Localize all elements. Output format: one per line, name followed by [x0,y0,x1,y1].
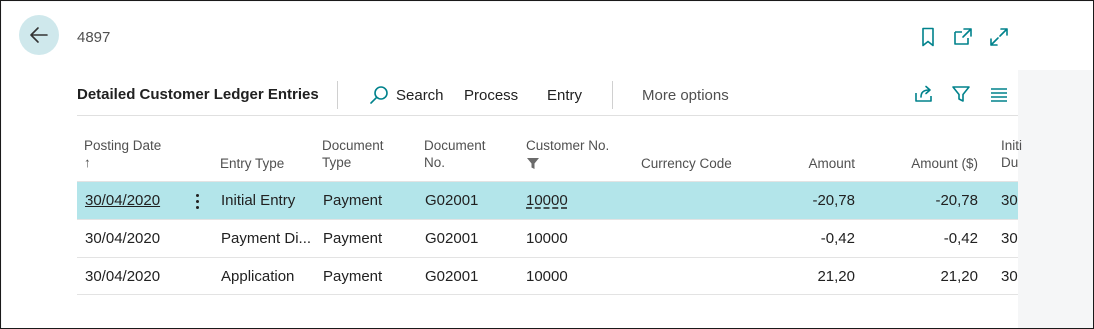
page-frame: 4897 Detailed Customer Ledger Entries Se… [0,0,1094,329]
customer-no-cell: 10000 [526,230,568,247]
customer-no-cell: 10000 [526,268,568,285]
divider [337,81,338,109]
search-icon[interactable] [369,85,389,105]
row-actions-button[interactable] [189,190,205,212]
amount-cell: -20,78 [812,192,855,209]
divider [612,81,613,109]
document-no-cell: G02001 [425,268,479,285]
bookmark-button[interactable] [917,26,939,48]
filter-icon [952,86,970,102]
sort-ascending-icon: ↑ [84,155,91,170]
action-bar-divider [77,115,1018,116]
document-no-cell: G02001 [425,192,479,209]
expand-button[interactable] [988,26,1010,48]
column-currency-code[interactable]: Currency Code [641,155,732,172]
open-new-window-icon [954,28,972,45]
column-amount[interactable]: Amount [795,155,855,172]
posting-date-cell: 30/04/2020 [85,268,161,285]
expand-icon [990,28,1008,46]
bookmark-icon [922,27,934,47]
entry-action[interactable]: Entry [547,87,582,104]
initial-due-cell: 30 [1001,268,1018,285]
posting-date-cell: 30/04/2020 [85,230,161,247]
back-button[interactable] [19,15,59,55]
document-type-cell: Payment [323,230,383,247]
document-type-cell: Payment [323,192,383,209]
amount-cell: -0,42 [820,230,855,247]
table-row[interactable]: 30/04/2020 Application Payment G02001 10… [77,257,1018,295]
customer-no-cell[interactable]: 10000 [526,192,568,209]
filter-button[interactable] [950,83,972,105]
column-posting-date[interactable]: Posting Date ↑ [84,137,161,171]
share-icon [915,85,932,102]
open-new-window-button[interactable] [952,26,974,48]
column-amount-lcy[interactable]: Amount ($) [888,155,978,172]
amount-lcy-cell: -0,42 [943,230,978,247]
document-no-cell: G02001 [425,230,479,247]
entry-type-cell: Application [221,268,295,285]
arrow-left-icon [30,27,48,43]
posting-date-cell[interactable]: 30/04/2020 [85,192,160,209]
list-part: Detailed Customer Ledger Entries Search … [2,70,1022,328]
amount-lcy-cell: 21,20 [940,268,978,285]
record-title: 4897 [77,29,111,46]
list-view-icon [991,88,1007,102]
record-header: 4897 [2,2,1093,70]
column-entry-type[interactable]: Entry Type [220,155,284,172]
more-options-action[interactable]: More options [642,87,729,104]
process-action[interactable]: Process [464,87,518,104]
section-title: Detailed Customer Ledger Entries [77,86,319,103]
table-header: Posting Date ↑ Entry Type Document Type … [77,126,1022,181]
column-document-no[interactable]: Document No. [424,137,486,171]
filter-icon [527,158,539,169]
search-action[interactable]: Search [396,87,444,104]
initial-due-cell: 30 [1001,230,1018,247]
initial-due-cell: 30 [1001,192,1018,209]
action-bar: Detailed Customer Ledger Entries Search … [2,70,1018,116]
list-view-button[interactable] [988,83,1010,105]
table-row[interactable]: 30/04/2020 Payment Di... Payment G02001 … [77,219,1018,257]
column-document-type[interactable]: Document Type [322,137,384,171]
entry-type-cell: Payment Di... [221,230,312,247]
column-customer-no[interactable]: Customer No. [526,137,609,170]
amount-cell: 21,20 [817,268,855,285]
entry-type-cell: Initial Entry [221,192,296,209]
amount-lcy-cell: -20,78 [935,192,978,209]
ledger-entries-table: Posting Date ↑ Entry Type Document Type … [77,126,1022,295]
column-initial-due[interactable]: Initi Du [1001,137,1022,171]
table-row[interactable]: 30/04/2020 Initial Entry Payment G02001 … [77,181,1018,219]
document-type-cell: Payment [323,268,383,285]
share-button[interactable] [913,83,935,105]
